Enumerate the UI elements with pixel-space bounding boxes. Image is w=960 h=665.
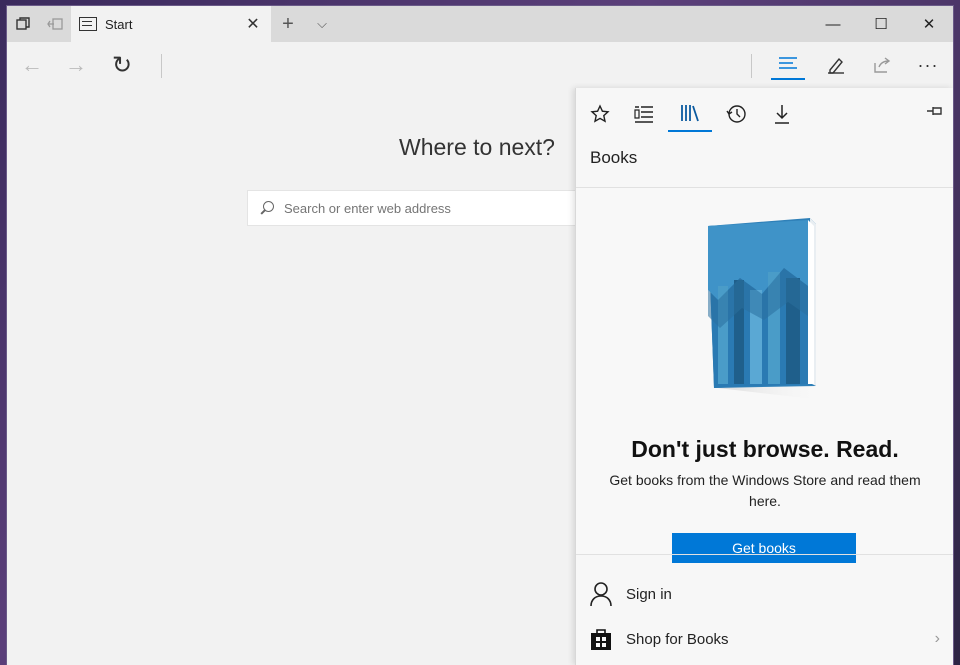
forward-button[interactable]: →	[59, 50, 93, 80]
tab-start[interactable]: Start ✕	[71, 6, 271, 42]
star-icon	[590, 104, 610, 123]
web-note-button[interactable]	[819, 50, 853, 80]
chevron-right-icon: ›	[934, 630, 940, 647]
close-window-button[interactable]: ✕	[905, 6, 953, 42]
search-icon	[260, 201, 274, 215]
minimize-button[interactable]: —	[809, 6, 857, 42]
store-icon	[588, 626, 614, 652]
hub-icon	[779, 57, 797, 69]
promo-title: Don't just browse. Read.	[631, 436, 899, 462]
more-button[interactable]: ···	[911, 50, 945, 80]
search-box[interactable]	[247, 190, 587, 226]
tab-reading-list[interactable]	[622, 96, 666, 132]
tab-downloads[interactable]	[760, 96, 804, 132]
shop-for-books-row[interactable]: Shop for Books ›	[576, 617, 953, 661]
tab-books[interactable]	[668, 96, 712, 132]
promo-text: Get books from the Windows Store and rea…	[609, 472, 921, 509]
page-title: Where to next?	[399, 134, 555, 160]
share-button[interactable]	[865, 50, 899, 80]
reading-list-icon	[634, 106, 653, 123]
back-button[interactable]: ←	[15, 50, 49, 80]
refresh-button[interactable]: ↻	[105, 50, 139, 80]
search-input[interactable]	[284, 200, 564, 216]
browser-window: Start ✕ + ⌵ — ☐ ✕ ← → ↻ ··· Where to nex…	[7, 6, 953, 665]
address-separator	[161, 54, 162, 78]
tab-overview-icon[interactable]	[7, 6, 39, 42]
person-icon	[588, 581, 614, 607]
hub-tabs	[576, 88, 953, 138]
title-bar: Start ✕ + ⌵ — ☐ ✕	[7, 6, 953, 42]
new-tab-button[interactable]: +	[271, 6, 305, 42]
pin-hub-icon[interactable]	[926, 104, 944, 123]
maximize-button[interactable]: ☐	[857, 6, 905, 42]
start-page-icon	[79, 17, 97, 31]
hub-heading: Books	[590, 148, 638, 167]
get-books-button[interactable]: Get books	[672, 533, 856, 563]
tab-favorites[interactable]	[578, 96, 622, 132]
hub-button[interactable]	[771, 50, 805, 80]
sign-in-label: Sign in	[626, 585, 672, 603]
history-icon	[726, 105, 746, 123]
pen-icon	[828, 57, 844, 74]
tab-title: Start	[105, 16, 133, 32]
tab-preview-chevron-icon[interactable]: ⌵	[305, 6, 339, 42]
books-icon	[681, 105, 699, 122]
books-promo: Don't just browse. Read. Get books from …	[576, 188, 953, 563]
tab-history[interactable]	[714, 96, 758, 132]
footer-divider	[576, 554, 953, 555]
hub-panel: Books Don't just browse. Read. Get books…	[575, 88, 953, 665]
share-icon	[874, 57, 891, 73]
download-icon	[775, 105, 789, 124]
shop-for-books-label: Shop for Books	[626, 630, 729, 648]
book-illustration	[708, 218, 824, 400]
tab-close-icon[interactable]: ✕	[243, 14, 263, 34]
set-tabs-aside-icon[interactable]	[39, 6, 71, 42]
toolbar-separator	[751, 54, 752, 78]
sign-in-row[interactable]: Sign in	[576, 572, 953, 616]
navigation-bar: ← → ↻ ···	[7, 42, 953, 88]
